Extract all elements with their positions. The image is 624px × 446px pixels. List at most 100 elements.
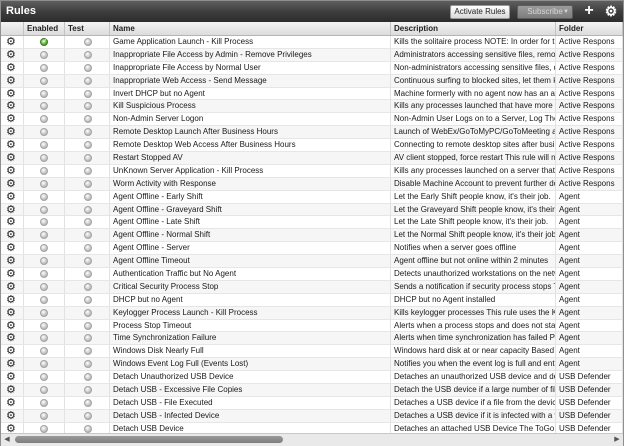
row-gear-icon[interactable]: ⚙ (1, 384, 24, 397)
scrollbar-thumb[interactable] (15, 436, 283, 443)
enabled-cell[interactable] (24, 345, 65, 358)
table-row[interactable]: ⚙ Detach USB - Infected Device Detaches a … (1, 409, 623, 423)
enabled-cell[interactable] (24, 358, 65, 371)
test-cell[interactable] (65, 422, 110, 433)
column-header-actions[interactable] (1, 22, 24, 35)
test-cell[interactable] (65, 61, 110, 74)
row-gear-icon[interactable]: ⚙ (1, 152, 24, 165)
table-row[interactable]: ⚙ Game Application Launch - Kill ProcessK… (1, 36, 623, 49)
test-cell[interactable] (65, 384, 110, 397)
row-gear-icon[interactable]: ⚙ (1, 74, 24, 87)
row-gear-icon[interactable]: ⚙ (1, 100, 24, 113)
enabled-cell[interactable] (24, 216, 65, 229)
enabled-toggle[interactable] (40, 321, 48, 330)
activate-rules-button[interactable]: Activate Rules (450, 5, 510, 19)
horizontal-scrollbar[interactable]: ◀ ▶ (1, 433, 623, 446)
enabled-cell[interactable] (24, 100, 65, 113)
row-gear-icon[interactable]: ⚙ (1, 280, 24, 293)
enabled-toggle[interactable] (40, 218, 48, 227)
test-toggle[interactable] (84, 115, 92, 124)
table-row[interactable]: ⚙ DHCP but no Agent DHCP but no Agent inst… (1, 293, 623, 307)
enabled-cell[interactable] (24, 319, 65, 332)
column-header-folder[interactable]: Folder (556, 22, 623, 35)
table-row[interactable]: ⚙ Authentication Traffic but No Agent Dete… (1, 268, 623, 281)
table-row[interactable]: ⚙ Agent Offline - Normal Shift Let the Nor… (1, 229, 623, 243)
subscribe-dropdown[interactable]: Subscribe ▼ (517, 5, 573, 19)
enabled-toggle[interactable] (40, 334, 48, 343)
table-row[interactable]: ⚙ Windows Disk Nearly Full Windows hard di… (1, 345, 623, 359)
enabled-cell[interactable] (24, 422, 65, 433)
test-toggle[interactable] (84, 347, 92, 356)
enabled-cell[interactable] (24, 268, 65, 281)
enabled-toggle[interactable] (40, 360, 48, 369)
enabled-toggle[interactable] (40, 89, 48, 98)
enabled-cell[interactable] (24, 396, 65, 409)
test-cell[interactable] (65, 409, 110, 422)
table-row[interactable]: ⚙ Agent Offline Timeout Agent offline but … (1, 255, 623, 269)
table-row[interactable]: ⚙ Windows Event Log Full (Events Lost) Not… (1, 358, 623, 372)
column-header-description[interactable]: Description (391, 22, 556, 35)
test-cell[interactable] (65, 255, 110, 268)
row-gear-icon[interactable]: ⚙ (1, 87, 24, 100)
test-toggle[interactable] (84, 398, 92, 407)
row-gear-icon[interactable]: ⚙ (1, 48, 24, 61)
test-cell[interactable] (65, 177, 110, 190)
enabled-toggle[interactable] (40, 36, 48, 48)
gear-icon[interactable]: ⚙ (604, 4, 618, 19)
test-cell[interactable] (65, 332, 110, 345)
enabled-toggle[interactable] (40, 141, 48, 150)
table-row[interactable]: ⚙ Process Stop Timeout Alerts when a proce… (1, 319, 623, 333)
enabled-toggle[interactable] (40, 128, 48, 137)
row-gear-icon[interactable]: ⚙ (1, 203, 24, 216)
test-cell[interactable] (65, 345, 110, 358)
table-row[interactable]: ⚙ Kill Suspicious Process Kills any proces… (1, 100, 623, 114)
table-row[interactable]: ⚙ Agent Offline - Early Shift Let the Earl… (1, 190, 623, 204)
test-cell[interactable] (65, 229, 110, 242)
enabled-toggle[interactable] (40, 386, 48, 395)
test-toggle[interactable] (84, 244, 92, 253)
test-cell[interactable] (65, 139, 110, 152)
test-cell[interactable] (65, 36, 110, 48)
table-row[interactable]: ⚙ Inappropriate File Access by Normal Use… (1, 61, 623, 75)
enabled-toggle[interactable] (40, 76, 48, 85)
enabled-toggle[interactable] (40, 166, 48, 175)
enabled-cell[interactable] (24, 139, 65, 152)
enabled-cell[interactable] (24, 242, 65, 255)
test-toggle[interactable] (84, 38, 92, 46)
test-toggle[interactable] (84, 308, 92, 317)
enabled-toggle[interactable] (40, 424, 48, 433)
test-cell[interactable] (65, 48, 110, 61)
table-row[interactable]: ⚙ Detach Unauthorized USB Device Detaches … (1, 371, 623, 385)
enabled-toggle[interactable] (40, 257, 48, 266)
row-gear-icon[interactable]: ⚙ (1, 177, 24, 190)
test-cell[interactable] (65, 371, 110, 384)
table-row[interactable]: ⚙ Agent Offline - Server Notifies when a s… (1, 242, 623, 256)
row-gear-icon[interactable]: ⚙ (1, 164, 24, 177)
enabled-toggle[interactable] (40, 295, 48, 304)
test-toggle[interactable] (84, 218, 92, 227)
test-toggle[interactable] (84, 128, 92, 137)
enabled-cell[interactable] (24, 190, 65, 203)
row-gear-icon[interactable]: ⚙ (1, 216, 24, 229)
enabled-cell[interactable] (24, 306, 65, 319)
row-gear-icon[interactable]: ⚙ (1, 242, 24, 255)
test-toggle[interactable] (84, 424, 92, 433)
row-gear-icon[interactable]: ⚙ (1, 139, 24, 152)
column-header-name[interactable]: Name (110, 22, 391, 35)
enabled-toggle[interactable] (40, 102, 48, 111)
enabled-cell[interactable] (24, 48, 65, 61)
column-header-enabled[interactable]: Enabled (24, 22, 65, 35)
row-gear-icon[interactable]: ⚙ (1, 229, 24, 242)
table-row[interactable]: ⚙ Agent Offline - Late Shift Let the Late … (1, 216, 623, 230)
enabled-toggle[interactable] (40, 308, 48, 317)
test-toggle[interactable] (84, 166, 92, 175)
column-header-test[interactable]: Test (65, 22, 110, 35)
enabled-toggle[interactable] (40, 282, 48, 291)
row-gear-icon[interactable]: ⚙ (1, 293, 24, 306)
table-row[interactable]: ⚙ Critical Security Process Stop Sends a n… (1, 280, 623, 294)
enabled-cell[interactable] (24, 126, 65, 139)
test-cell[interactable] (65, 216, 110, 229)
row-gear-icon[interactable]: ⚙ (1, 113, 24, 126)
test-toggle[interactable] (84, 76, 92, 85)
test-cell[interactable] (65, 152, 110, 165)
